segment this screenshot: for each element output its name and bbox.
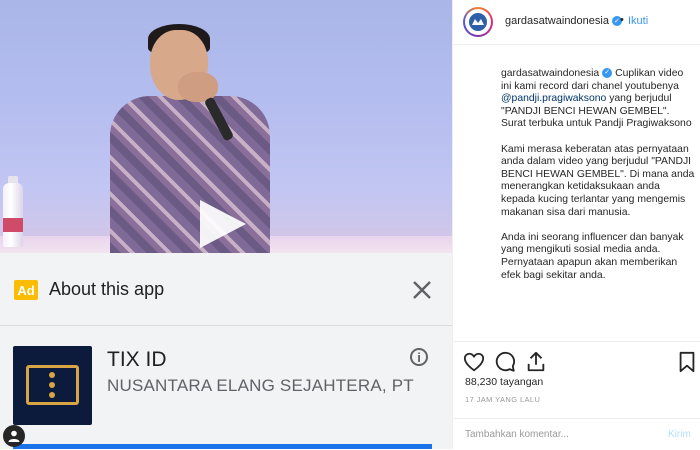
info-icon[interactable]: i — [410, 348, 428, 366]
share-icon[interactable] — [525, 351, 547, 373]
video-player[interactable] — [0, 0, 452, 253]
post-sidebar: gardasatwaindonesia ✓ • Ikuti gardasatwai… — [452, 0, 700, 449]
comment-bar: Tambahkan komentar... Kirim — [453, 418, 700, 450]
brand-logo — [469, 13, 487, 31]
ticket-icon — [26, 365, 79, 405]
username-text[interactable]: gardasatwaindonesia — [505, 15, 609, 27]
separator-dot: • — [620, 14, 624, 26]
view-count[interactable]: 88,230 tayangan — [465, 376, 543, 388]
ad-header: Ad About this app — [0, 253, 452, 325]
play-icon[interactable] — [200, 200, 246, 248]
app-name[interactable]: TIX ID — [107, 348, 167, 372]
avatar[interactable] — [463, 7, 493, 37]
close-icon[interactable] — [411, 279, 433, 301]
verified-icon: ✓ — [602, 68, 613, 79]
follow-button[interactable]: Ikuti — [628, 15, 648, 27]
send-button[interactable]: Kirim — [668, 429, 691, 440]
app-icon[interactable] — [13, 346, 92, 425]
post-caption: gardasatwaindonesia ✓ Cuplikan video ini … — [501, 68, 695, 295]
username-link[interactable]: gardasatwaindonesia ✓ — [505, 15, 622, 27]
mention-link[interactable]: @pandji.pragiwaksono — [501, 93, 606, 104]
user-glyph — [8, 430, 20, 442]
caption-paragraph: Kami merasa keberatan atas pernyataan an… — [501, 143, 695, 218]
media-pane: Ad About this app TIX ID NUSANTARA ELANG… — [0, 0, 452, 449]
user-icon[interactable] — [3, 425, 25, 447]
divider — [0, 325, 452, 326]
bottle-label — [3, 218, 23, 232]
bookmark-icon[interactable] — [676, 351, 698, 373]
comment-icon[interactable] — [494, 351, 516, 373]
timestamp[interactable]: 17 JAM YANG LALU — [465, 395, 540, 404]
app-developer: NUSANTARA ELANG SEJAHTERA, PT — [107, 376, 414, 395]
ad-panel: Ad About this app TIX ID NUSANTARA ELANG… — [0, 253, 452, 449]
caption-username[interactable]: gardasatwaindonesia — [501, 68, 599, 79]
ad-badge: Ad — [14, 280, 38, 300]
water-bottle — [3, 183, 23, 247]
heart-icon[interactable] — [463, 351, 485, 373]
post-header: gardasatwaindonesia ✓ • Ikuti — [453, 0, 700, 45]
ad-title: About this app — [49, 279, 165, 299]
speaker-body — [110, 96, 270, 253]
comment-input[interactable]: Tambahkan komentar... — [465, 429, 569, 440]
install-button[interactable] — [13, 444, 432, 449]
caption-paragraph: Anda ini seorang influencer dan banyak y… — [501, 231, 684, 281]
